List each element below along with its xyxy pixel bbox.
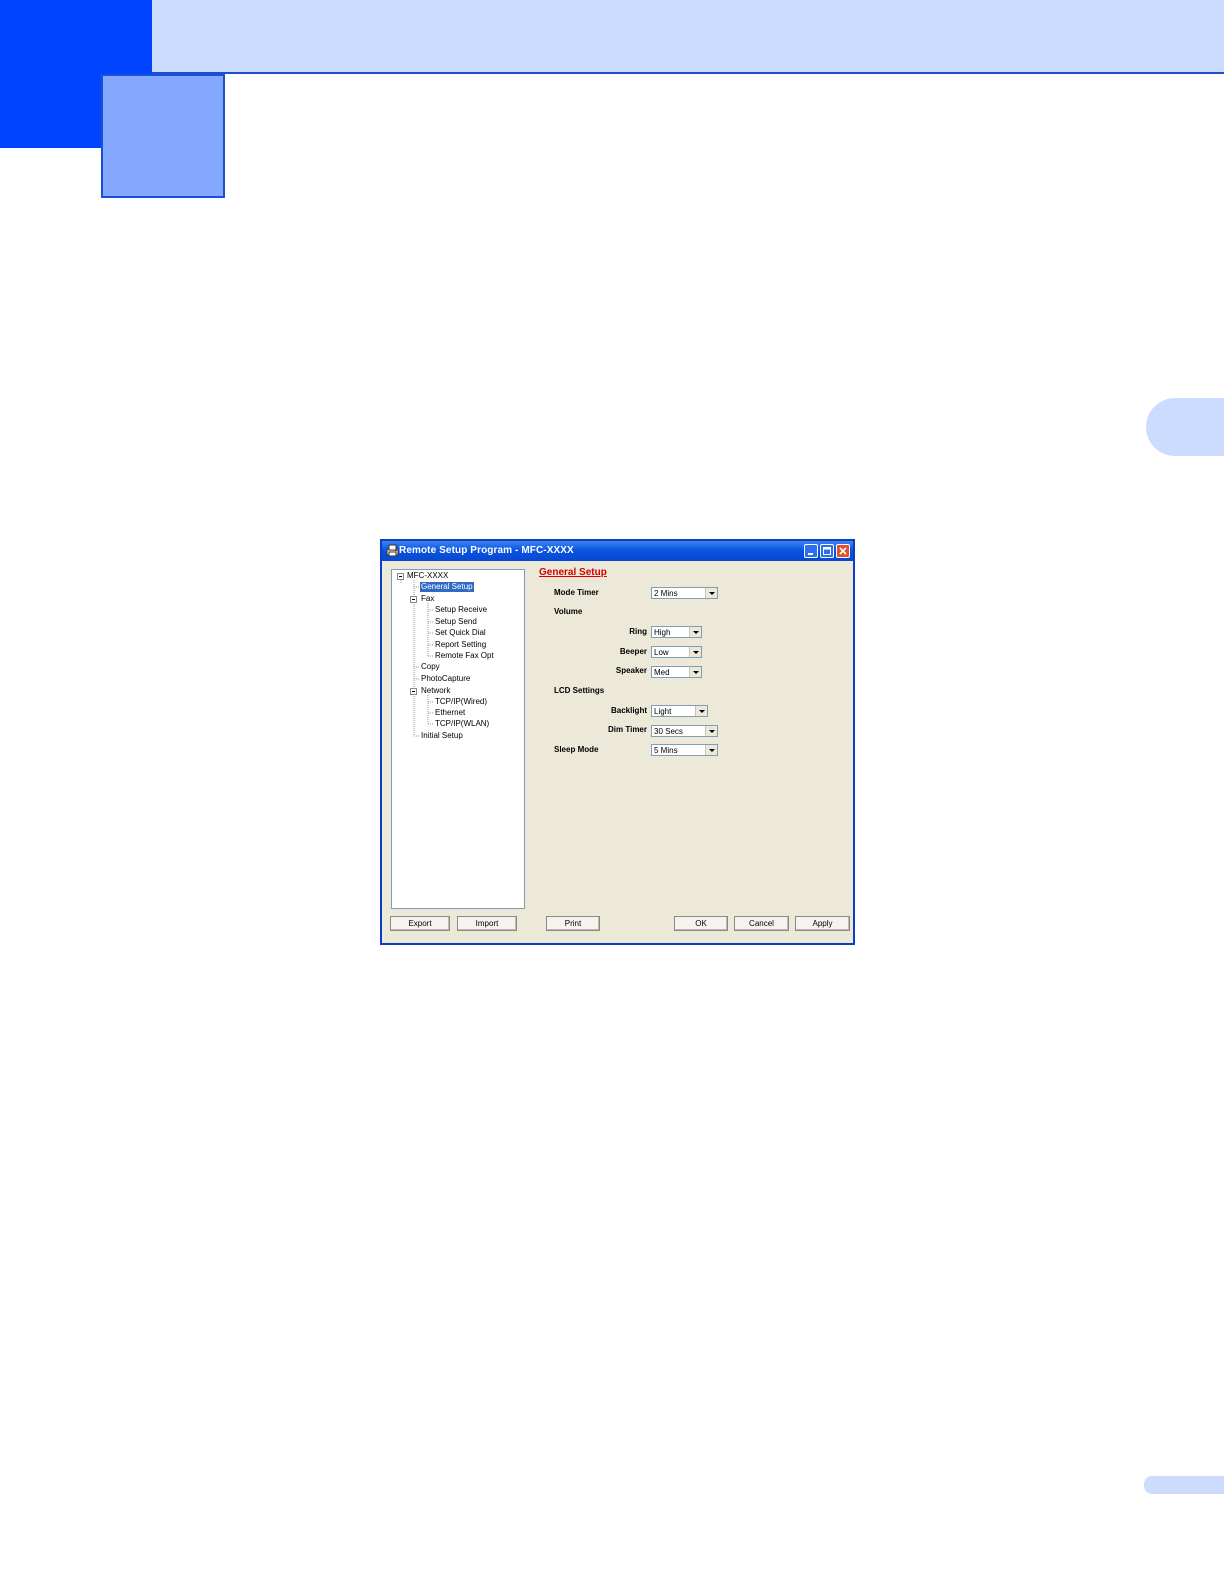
chevron-down-icon[interactable]	[705, 726, 717, 736]
collapse-network-icon[interactable]	[410, 688, 417, 695]
apply-button[interactable]: Apply	[795, 916, 850, 931]
dim-timer-value: 30 Secs	[654, 727, 683, 736]
tree-item-initial-setup[interactable]: Initial Setup	[421, 731, 463, 741]
cancel-button[interactable]: Cancel	[734, 916, 789, 931]
print-button[interactable]: Print	[546, 916, 600, 931]
tree-item-tcpip-wlan[interactable]: TCP/IP(WLAN)	[435, 719, 489, 729]
volume-heading: Volume	[554, 607, 583, 616]
speaker-select[interactable]: Med	[651, 666, 702, 678]
minimize-icon	[808, 553, 813, 555]
section-title: General Setup	[539, 567, 607, 578]
ring-value: High	[654, 628, 671, 637]
collapse-root-icon[interactable]	[397, 573, 404, 580]
speaker-value: Med	[654, 668, 670, 677]
settings-tree[interactable]: MFC-XXXX General Setup Fax Setup Receive…	[391, 569, 525, 909]
maximize-button[interactable]	[820, 544, 834, 558]
tree-item-copy[interactable]: Copy	[421, 662, 440, 672]
beeper-select[interactable]: Low	[651, 646, 702, 658]
mode-timer-select[interactable]: 2 Mins	[651, 587, 718, 599]
tree-item-setup-send[interactable]: Setup Send	[435, 617, 477, 627]
dim-timer-label: Dim Timer	[608, 725, 647, 734]
minimize-button[interactable]	[804, 544, 818, 558]
sleep-mode-select[interactable]: 5 Mins	[651, 744, 718, 756]
tree-item-setup-receive[interactable]: Setup Receive	[435, 605, 487, 615]
beeper-value: Low	[654, 648, 669, 657]
tree-item-remote-fax-opt[interactable]: Remote Fax Opt	[435, 651, 494, 661]
chapter-block-light	[101, 74, 225, 198]
chevron-down-icon[interactable]	[689, 647, 701, 657]
tree-item-fax[interactable]: Fax	[421, 594, 434, 604]
beeper-label: Beeper	[619, 647, 647, 656]
header-band	[0, 0, 1224, 74]
chevron-down-icon[interactable]	[695, 706, 707, 716]
dim-timer-select[interactable]: 30 Secs	[651, 725, 718, 737]
chevron-down-icon[interactable]	[689, 627, 701, 637]
close-icon	[839, 547, 847, 555]
remote-setup-window: Remote Setup Program - MFC-XXXX MFC-XXXX…	[380, 539, 855, 945]
export-button[interactable]: Export	[390, 916, 450, 931]
tree-item-general-setup[interactable]: General Setup	[420, 582, 474, 592]
page-number-tab	[1144, 1476, 1224, 1494]
maximize-icon	[823, 547, 831, 555]
window-title: Remote Setup Program - MFC-XXXX	[399, 545, 574, 556]
chevron-down-icon[interactable]	[689, 667, 701, 677]
title-bar[interactable]: Remote Setup Program - MFC-XXXX	[382, 541, 853, 561]
tree-item-photocapture[interactable]: PhotoCapture	[421, 674, 470, 684]
ring-select[interactable]: High	[651, 626, 702, 638]
import-button[interactable]: Import	[457, 916, 517, 931]
ring-label: Ring	[629, 627, 647, 636]
close-button[interactable]	[836, 544, 850, 558]
sleep-mode-label: Sleep Mode	[554, 745, 599, 754]
chevron-down-icon[interactable]	[705, 588, 717, 598]
backlight-label: Backlight	[610, 706, 647, 715]
ok-button[interactable]: OK	[674, 916, 728, 931]
tree-item-set-quick-dial[interactable]: Set Quick Dial	[435, 628, 486, 638]
tree-item-network[interactable]: Network	[421, 686, 450, 696]
backlight-value: Light	[654, 707, 672, 716]
chapter-side-tab	[1146, 398, 1224, 456]
tree-item-ethernet[interactable]: Ethernet	[435, 708, 465, 718]
backlight-select[interactable]: Light	[651, 705, 708, 717]
speaker-label: Speaker	[615, 666, 647, 675]
tree-item-tcpip-wired[interactable]: TCP/IP(Wired)	[435, 697, 487, 707]
lcd-settings-heading: LCD Settings	[554, 686, 605, 695]
tree-item-report-setting[interactable]: Report Setting	[435, 640, 486, 650]
chevron-down-icon[interactable]	[705, 745, 717, 755]
tree-item-root[interactable]: MFC-XXXX	[407, 571, 448, 581]
mode-timer-label: Mode Timer	[554, 588, 599, 597]
printer-app-icon	[386, 544, 399, 557]
sleep-mode-value: 5 Mins	[654, 746, 678, 755]
mode-timer-value: 2 Mins	[654, 589, 678, 598]
collapse-fax-icon[interactable]	[410, 596, 417, 603]
